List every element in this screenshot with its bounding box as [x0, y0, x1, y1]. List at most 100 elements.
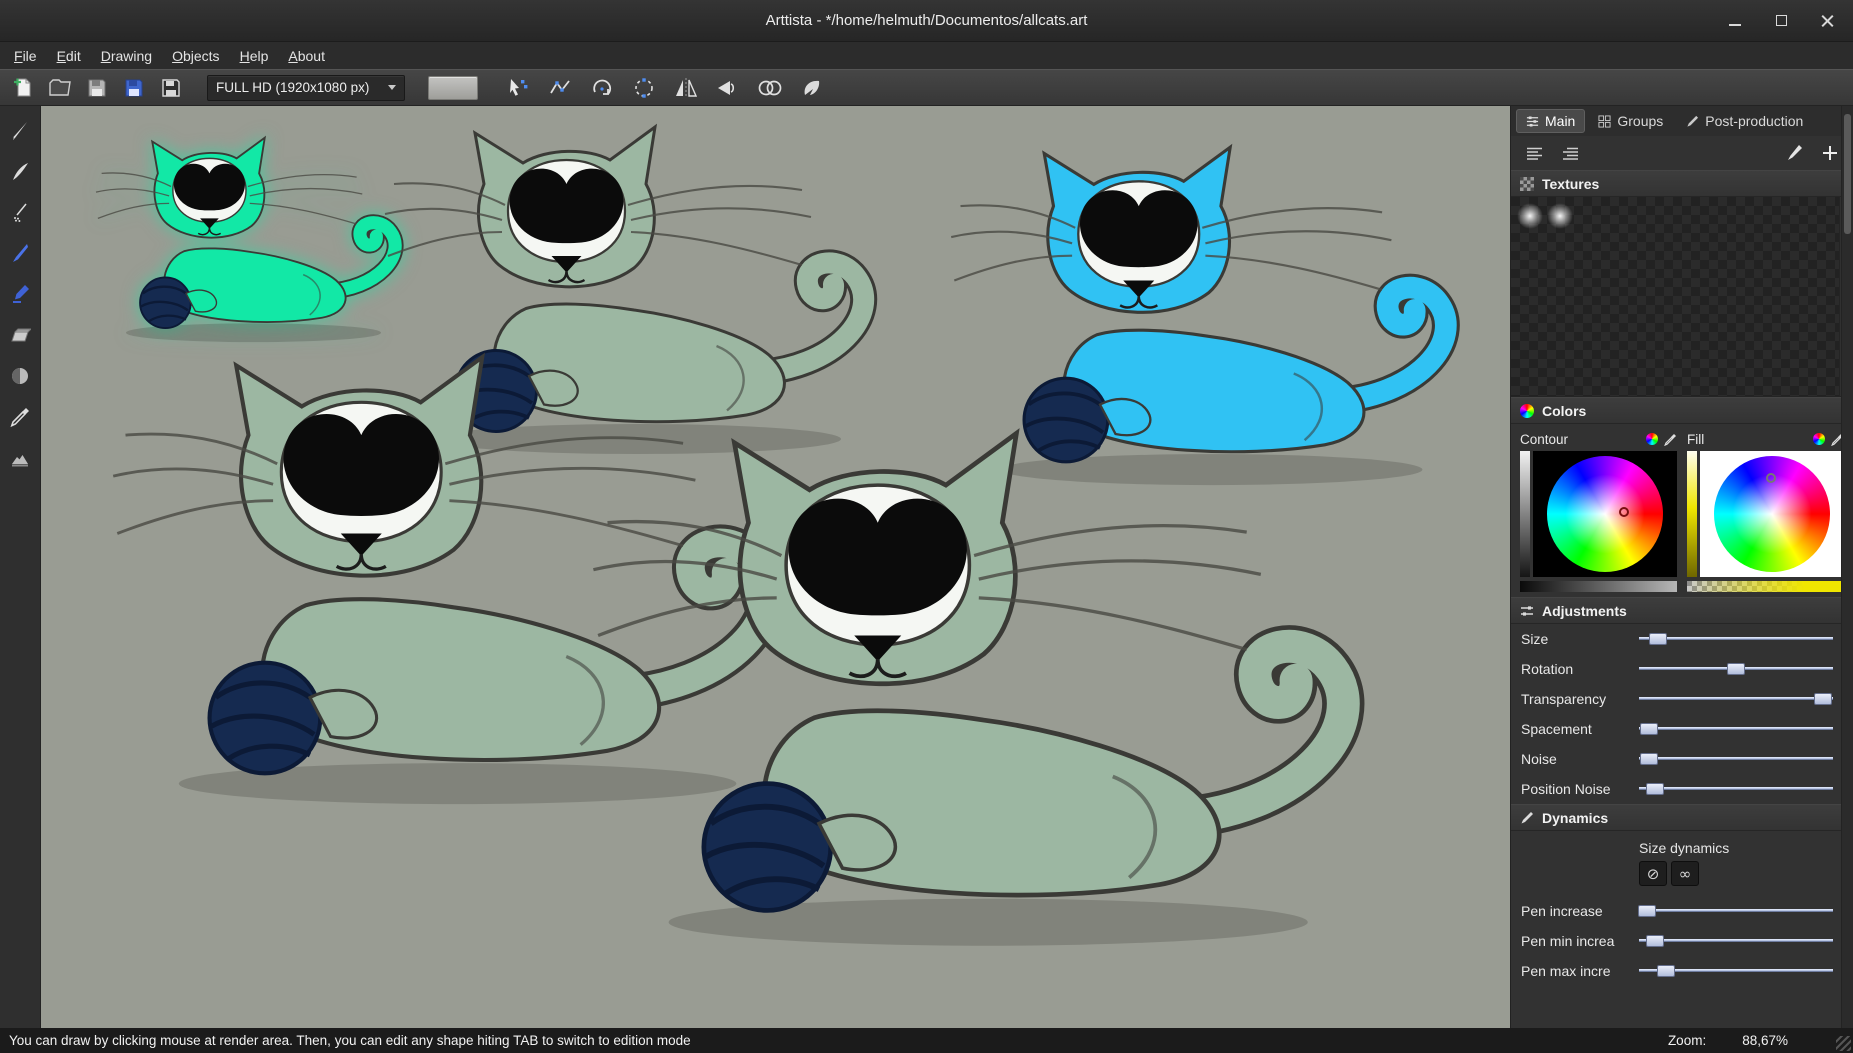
- airbrush-tool-button[interactable]: [3, 196, 37, 228]
- fill-swatch-area: [1687, 451, 1844, 577]
- fill-wheel-icon[interactable]: [1813, 433, 1825, 445]
- pen-increase-slider[interactable]: [1639, 902, 1833, 920]
- position-noise-label: Position Noise: [1521, 781, 1639, 797]
- texture-thumb-1[interactable]: [1517, 203, 1543, 229]
- tab-main[interactable]: Main: [1516, 109, 1585, 133]
- slider-handle[interactable]: [1646, 935, 1664, 947]
- dynamics-off-toggle[interactable]: ⊘: [1639, 861, 1667, 886]
- resize-grip-icon[interactable]: [1836, 1036, 1851, 1051]
- noise-slider[interactable]: [1639, 750, 1833, 768]
- shading-disc-tool-button[interactable]: [3, 360, 37, 392]
- texture-list[interactable]: [1511, 197, 1853, 397]
- tab-groups[interactable]: Groups: [1588, 109, 1673, 133]
- cyan-cat[interactable]: [951, 147, 1446, 485]
- marker-tool-button[interactable]: [3, 278, 37, 310]
- slider-handle[interactable]: [1657, 965, 1675, 977]
- menu-edit[interactable]: Edit: [47, 45, 91, 67]
- resolution-select[interactable]: FULL HD (1920x1080 px): [207, 75, 405, 101]
- fill-wheel-box[interactable]: [1700, 451, 1844, 577]
- pencil-edit-icon: [1785, 144, 1803, 162]
- contour-wheel-box[interactable]: [1533, 451, 1677, 577]
- dynamics-header[interactable]: Dynamics: [1511, 804, 1853, 831]
- freehand-shape-button[interactable]: [797, 73, 827, 103]
- slider-handle[interactable]: [1638, 905, 1656, 917]
- ink-pen-tool-button[interactable]: [3, 155, 37, 187]
- slider-handle[interactable]: [1640, 723, 1658, 735]
- add-button[interactable]: [1816, 140, 1844, 166]
- open-file-button[interactable]: [45, 73, 75, 103]
- contour-label: Contour: [1520, 432, 1568, 447]
- fill-value-strip[interactable]: [1687, 451, 1697, 577]
- new-document-button[interactable]: [8, 73, 38, 103]
- save-as-button[interactable]: [119, 73, 149, 103]
- brush-preview-swatch[interactable]: [428, 76, 478, 100]
- save-button[interactable]: [82, 73, 112, 103]
- dynamics-infinite-toggle[interactable]: ∞: [1671, 861, 1699, 886]
- edit-brush-button[interactable]: [1780, 140, 1808, 166]
- spacement-slider[interactable]: [1639, 720, 1833, 738]
- pen-max-increase-slider[interactable]: [1639, 962, 1833, 980]
- transparency-slider[interactable]: [1639, 690, 1833, 708]
- eraser-pad-tool-button[interactable]: [3, 319, 37, 351]
- contour-wheel-selector[interactable]: [1619, 507, 1629, 517]
- export-button[interactable]: [156, 73, 186, 103]
- color-picker-tool-button[interactable]: [3, 401, 37, 433]
- colors-header[interactable]: Colors: [1511, 397, 1853, 424]
- rotation-slider[interactable]: [1639, 660, 1833, 678]
- mirror-button[interactable]: [671, 73, 701, 103]
- fill-gradient-bar[interactable]: [1687, 581, 1844, 592]
- green-cat[interactable]: [96, 138, 395, 342]
- contour-wheel-icon[interactable]: [1646, 433, 1658, 445]
- megaphone-icon: [716, 78, 740, 98]
- contour-eyedropper-icon[interactable]: [1664, 433, 1677, 446]
- panel-scroll-thumb[interactable]: [1844, 114, 1851, 234]
- menu-about[interactable]: About: [278, 45, 335, 67]
- size-label: Size: [1521, 631, 1639, 647]
- spacement-row: Spacement: [1511, 714, 1853, 744]
- slider-handle[interactable]: [1640, 753, 1658, 765]
- menu-objects[interactable]: Objects: [162, 45, 229, 67]
- contour-color-wheel[interactable]: [1547, 456, 1663, 572]
- pencil-tool-button[interactable]: [3, 114, 37, 146]
- slider-track: [1639, 757, 1833, 760]
- megaphone-button[interactable]: [713, 73, 743, 103]
- slider-handle[interactable]: [1646, 783, 1664, 795]
- slider-handle[interactable]: [1727, 663, 1745, 675]
- size-slider[interactable]: [1639, 630, 1833, 648]
- menu-drawing[interactable]: Drawing: [91, 45, 162, 67]
- status-message: You can draw by clicking mouse at render…: [9, 1033, 1668, 1048]
- calligraphy-pen-tool-button[interactable]: [3, 237, 37, 269]
- cut-path-button[interactable]: [545, 73, 575, 103]
- tab-post-production[interactable]: Post-production: [1676, 109, 1813, 133]
- slider-handle[interactable]: [1649, 633, 1667, 645]
- dropdown-arrow-icon: [388, 85, 396, 90]
- textures-header[interactable]: Textures: [1511, 170, 1853, 197]
- minimize-button[interactable]: [1727, 13, 1743, 29]
- slider-handle[interactable]: [1814, 693, 1832, 705]
- detail-list-view-button[interactable]: [1556, 140, 1584, 166]
- airbrush-icon: [9, 201, 31, 223]
- drawing-surface[interactable]: [41, 106, 1510, 1028]
- position-noise-slider[interactable]: [1639, 780, 1833, 798]
- pen-min-increase-slider[interactable]: [1639, 932, 1833, 950]
- menu-file[interactable]: File: [4, 45, 47, 67]
- size-dynamics-toggles: ⊘ ∞: [1639, 861, 1853, 886]
- stamp-icon: [9, 447, 31, 469]
- contour-gradient-bar[interactable]: [1520, 581, 1677, 592]
- adjustments-header[interactable]: Adjustments: [1511, 597, 1853, 624]
- contour-value-strip[interactable]: [1520, 451, 1530, 577]
- menu-help[interactable]: Help: [230, 45, 279, 67]
- fill-wheel-selector[interactable]: [1766, 473, 1776, 483]
- texture-thumb-2[interactable]: [1547, 203, 1573, 229]
- node-select-button[interactable]: [503, 73, 533, 103]
- close-button[interactable]: [1819, 13, 1835, 29]
- rotate-button[interactable]: [587, 73, 617, 103]
- boolean-union-button[interactable]: [755, 73, 785, 103]
- spacement-label: Spacement: [1521, 721, 1639, 737]
- list-view-button[interactable]: [1520, 140, 1548, 166]
- canvas[interactable]: [41, 106, 1510, 1028]
- stamp-tool-button[interactable]: [3, 442, 37, 474]
- ellipse-select-button[interactable]: [629, 73, 659, 103]
- panel-scrollbar[interactable]: [1841, 106, 1853, 1028]
- maximize-button[interactable]: [1773, 13, 1789, 29]
